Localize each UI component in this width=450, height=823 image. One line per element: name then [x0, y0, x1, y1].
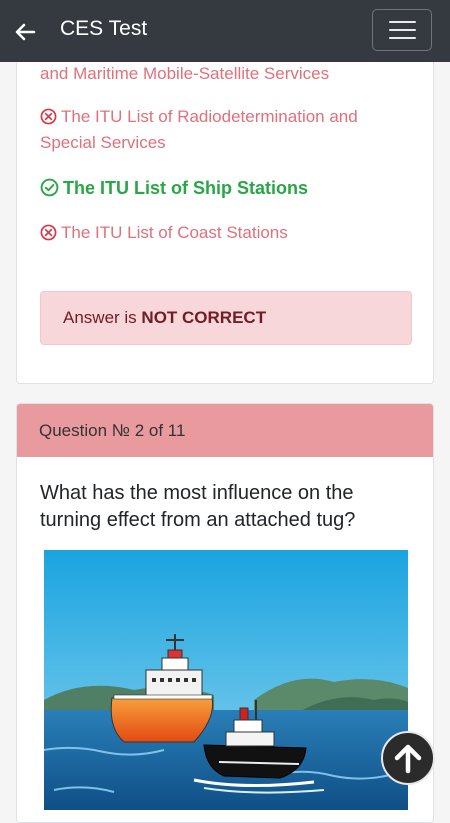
- answer-option: The ITU List of Radiodetermination and S…: [40, 104, 358, 156]
- answer-option: and Maritime Mobile-Satellite Services: [40, 61, 329, 87]
- check-circle-icon: [40, 178, 59, 197]
- x-circle-icon: [40, 224, 57, 241]
- previous-question-card: and Maritime Mobile-Satellite Services T…: [16, 40, 434, 384]
- app-bar: CES Test: [0, 0, 450, 62]
- arrow-up-icon: [394, 744, 422, 774]
- result-value: NOT CORRECT: [141, 308, 267, 327]
- app-title: CES Test: [60, 17, 148, 40]
- answer-option-text: The ITU List of Radiodetermination and: [61, 107, 358, 126]
- arrow-left-icon[interactable]: [14, 21, 36, 43]
- answer-option-text: and Maritime Mobile-Satellite Services: [40, 64, 330, 83]
- question-counter: Question № 2 of 11: [17, 404, 433, 457]
- answer-option-text: The ITU List of Ship Stations: [63, 178, 308, 198]
- answer-option-text: Special Services: [40, 133, 166, 152]
- answer-option-text: The ITU List of Coast Stations: [61, 223, 288, 242]
- question-card: Question № 2 of 11 What has the most inf…: [16, 403, 434, 823]
- result-alert: Answer is NOT CORRECT: [40, 291, 412, 345]
- answer-option: The ITU List of Coast Stations: [40, 220, 288, 246]
- ship-and-tug-illustration: [44, 550, 408, 810]
- answer-option-correct: The ITU List of Ship Stations: [40, 175, 308, 201]
- hamburger-menu-button[interactable]: [372, 9, 432, 51]
- x-circle-icon: [40, 108, 57, 125]
- scroll-to-top-button[interactable]: [381, 731, 435, 785]
- hamburger-menu-icon: [389, 21, 416, 23]
- question-text: What has the most influence on the turni…: [40, 482, 356, 531]
- result-label: Answer is: [63, 308, 142, 327]
